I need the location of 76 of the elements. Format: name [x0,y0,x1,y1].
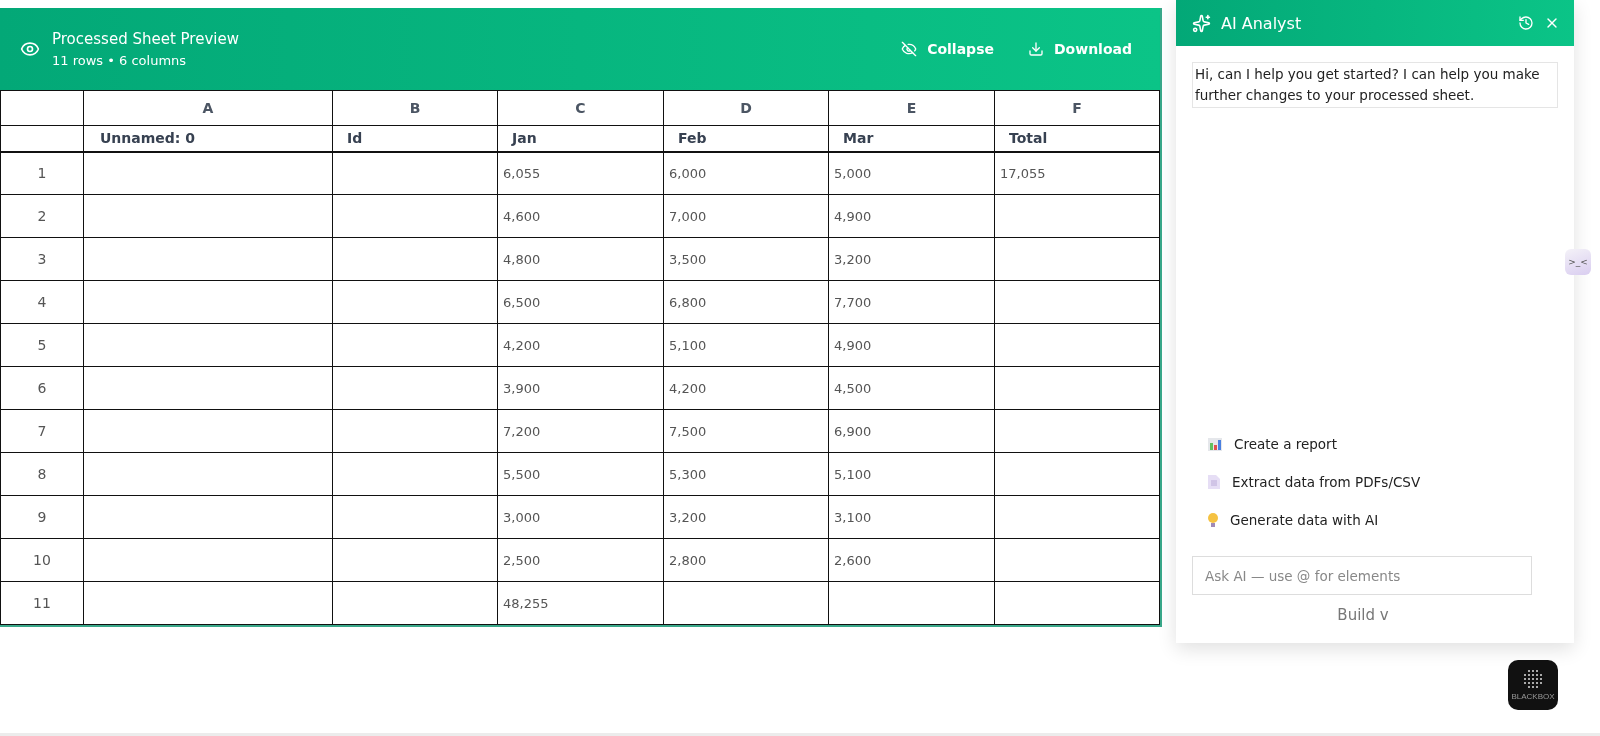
column-header: Mar [828,125,995,152]
dot-grid-icon [1523,669,1543,689]
row-number: 9 [0,495,84,539]
eye-off-icon [901,41,918,57]
table-cell: 4,200 [663,366,829,410]
eye-icon [20,39,40,59]
table-cell: 3,200 [828,237,995,281]
table-cell: 4,500 [828,366,995,410]
column-letter[interactable]: E [828,90,995,126]
row-number: 6 [0,366,84,410]
table-cell: 4,600 [497,194,664,238]
column-header: Total [994,125,1160,152]
assistant-title: AI Analyst [1221,13,1303,33]
table-cell: 3,200 [663,495,829,539]
suggestion-item[interactable]: Create a report [1208,436,1574,452]
column-header: Feb [663,125,829,152]
table-cell: 2,600 [828,538,995,582]
table-cell: 5,500 [497,452,664,496]
side-tab-button[interactable]: >_< [1565,249,1591,275]
row-number: 3 [0,237,84,281]
launcher-button[interactable]: BLACKBOX [1508,660,1558,710]
table-cell: 2,800 [663,538,829,582]
table-cell: 5,000 [828,151,995,195]
sheet-title: Processed Sheet Preview [52,30,240,48]
row-number: 11 [0,581,84,625]
column-header: Jan [497,125,664,152]
table-cell: 3,100 [828,495,995,539]
table-cell: 7,500 [663,409,829,453]
column-letter[interactable]: B [332,90,498,126]
download-icon [1027,41,1044,57]
ask-input-field[interactable]: Ask AI — use @ for elements [1192,556,1532,595]
column-header: Unnamed: 0 [83,125,333,152]
row-number: 7 [0,409,84,453]
table-cell: 7,000 [663,194,829,238]
suggestion-item[interactable]: Extract data from PDFs/CSV [1208,474,1574,490]
table-cell: 3,900 [497,366,664,410]
table-cell: 7,200 [497,409,664,453]
table-cell: 4,900 [828,323,995,367]
table-cell: 48,255 [497,581,664,625]
table-cell: 6,900 [828,409,995,453]
table-cell: 2,500 [497,538,664,582]
row-number: 1 [0,151,84,195]
column-letter[interactable]: F [994,90,1160,126]
table-cell: 5,100 [828,452,995,496]
suggestion-item[interactable]: Generate data with AI [1208,512,1574,528]
table-cell: 6,500 [497,280,664,324]
row-number: 10 [0,538,84,582]
column-letter[interactable]: C [497,90,664,126]
table-cell: 5,100 [663,323,829,367]
mode-selector[interactable]: Build v [1331,605,1395,625]
row-number: 8 [0,452,84,496]
sheet-summary: 11 rows • 6 columns [52,53,188,68]
light-bulb-icon [1208,512,1218,528]
table-cell: 6,800 [663,280,829,324]
table-cell: 6,000 [663,151,829,195]
table-cell: 7,700 [828,280,995,324]
table-cell: 4,200 [497,323,664,367]
table-cell: 3,500 [663,237,829,281]
table-cell: 5,300 [663,452,829,496]
column-letter[interactable]: D [663,90,829,126]
row-number: 5 [0,323,84,367]
column-header: Id [332,125,498,152]
table-cell: 17,055 [994,151,1160,195]
row-number: 4 [0,280,84,324]
history-button[interactable] [1518,15,1534,31]
assistant-message: Hi, can I help you get started? I can help you make further changes to your processed sheet. [1192,62,1558,108]
table-cell: 4,800 [497,237,664,281]
launcher-label: BLACKBOX [1511,692,1555,701]
column-letter[interactable]: A [83,90,333,126]
table-cell: 6,055 [497,151,664,195]
row-number: 2 [0,194,84,238]
table-cell: 4,900 [828,194,995,238]
table-cell: 3,000 [497,495,664,539]
sparkles-icon [1192,13,1211,33]
document-icon [1208,475,1220,489]
bar-chart-icon [1208,437,1222,451]
